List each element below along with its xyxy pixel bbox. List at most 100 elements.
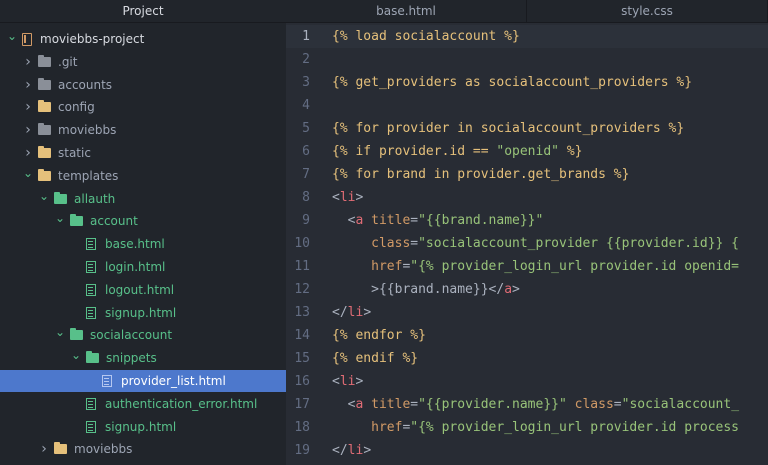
tree-file-item[interactable]: signup.html: [0, 302, 286, 324]
code-line[interactable]: 1 {% load socialaccount %}: [286, 25, 768, 48]
chevron-right-icon[interactable]: ›: [38, 441, 50, 457]
code-token: class: [371, 236, 411, 251]
tree-item-label: allauth: [74, 191, 116, 206]
code-line[interactable]: 8 <li>: [286, 186, 768, 209]
tree-folder-item[interactable]: › moviebbs: [0, 438, 286, 460]
chevron-down-icon[interactable]: ⌄: [38, 189, 50, 203]
tree-item-label: config: [58, 100, 95, 115]
line-number: 14: [294, 328, 310, 343]
code-token: title: [371, 397, 411, 412]
chevron-right-icon[interactable]: ›: [22, 99, 34, 115]
code-line[interactable]: 14 {% endfor %}: [286, 324, 768, 347]
code-line[interactable]: 18 href="{% provider_login_url provider.…: [286, 416, 768, 439]
line-number: 7: [302, 167, 310, 182]
code-token: "{% provider_login_url provider.id openi…: [410, 259, 740, 274]
chevron-right-icon[interactable]: ›: [22, 145, 34, 161]
tab-base-html[interactable]: base.html: [286, 0, 527, 22]
code-line[interactable]: 13 </li>: [286, 301, 768, 324]
line-number: 9: [302, 213, 310, 228]
code-line[interactable]: 3 {% get_providers as socialaccount_provi…: [286, 71, 768, 94]
code-token: <: [332, 374, 340, 389]
tree-item-label: moviebbs: [74, 442, 133, 457]
tree-folder-item[interactable]: › config: [0, 96, 286, 118]
line-number: 18: [294, 420, 310, 435]
chevron-down-icon[interactable]: ⌄: [70, 348, 82, 362]
tree-folder-item[interactable]: ⌄ allauth: [0, 188, 286, 210]
file-code-icon: [86, 306, 96, 319]
tree-folder-item[interactable]: ⌄ templates: [0, 165, 286, 187]
code-line[interactable]: 2: [286, 48, 768, 71]
code-token: {% endfor %}: [332, 328, 426, 343]
code-line[interactable]: 10 class="socialaccount_provider {{provi…: [286, 232, 768, 255]
line-number: 10: [294, 236, 310, 251]
tree-folder-item[interactable]: ⌄ snippets: [0, 347, 286, 369]
code-token: "{% provider_login_url provider.id proce…: [410, 420, 740, 435]
code-token: =: [410, 213, 419, 228]
tree-file-item[interactable]: provider_list.html: [0, 370, 286, 392]
tree-file-item[interactable]: logout.html: [0, 279, 286, 301]
folder-icon: [38, 123, 51, 136]
folder-icon: [70, 328, 83, 341]
folder-icon: [38, 54, 51, 67]
code-token: href: [371, 259, 403, 274]
tree-file-item[interactable]: base.html: [0, 233, 286, 255]
code-line[interactable]: 16 <li>: [286, 370, 768, 393]
chevron-down-icon[interactable]: ⌄: [54, 325, 66, 339]
line-number: 2: [302, 52, 310, 67]
tree-file-item[interactable]: authentication_error.html: [0, 393, 286, 415]
code-token: "{{provider.name}}": [418, 397, 567, 412]
code-line[interactable]: 9 <a title="{{brand.name}}": [286, 209, 768, 232]
code-line[interactable]: 7 {% for brand in provider.get_brands %}: [286, 163, 768, 186]
tab-bar: base.html style.css: [286, 0, 768, 23]
tree-folder-item[interactable]: ⌄ account: [0, 210, 286, 232]
tree-folder-item[interactable]: › .git: [0, 51, 286, 73]
code-token: >: [363, 443, 372, 458]
code-line[interactable]: 12 >{{brand.name}}</a>: [286, 278, 768, 301]
chevron-right-icon[interactable]: ›: [22, 54, 34, 70]
file-code-icon: [102, 375, 112, 387]
code-editor[interactable]: base.html style.css 1 {% load socialaccoun…: [286, 0, 768, 465]
chevron-right-icon[interactable]: ›: [22, 122, 34, 138]
line-number: 1: [302, 29, 310, 44]
chevron-down-icon[interactable]: ⌄: [22, 166, 34, 180]
tree-folder-item[interactable]: ⌄ socialaccount: [0, 324, 286, 346]
tree-folder-item[interactable]: › moviebbs: [0, 119, 286, 141]
code-line[interactable]: 4: [286, 94, 768, 117]
code-line[interactable]: 5 {% for provider in socialaccount_provid…: [286, 117, 768, 140]
code-token: >: [512, 282, 520, 297]
chevron-right-icon[interactable]: ›: [22, 77, 34, 93]
code-token: =: [410, 236, 419, 251]
line-number: 17: [294, 397, 310, 412]
code-token: <: [332, 213, 356, 228]
file-code-icon: [86, 283, 96, 296]
code-line[interactable]: 17 <a title="{{provider.name}}" class="s…: [286, 393, 768, 416]
tab-style-css[interactable]: style.css: [527, 0, 768, 22]
code-line[interactable]: 6 {% if provider.id == "openid" %}: [286, 140, 768, 163]
code-token: </: [332, 443, 348, 458]
project-sidebar: Project ⌄ moviebbs-project › .git › accounts ›…: [0, 0, 286, 465]
folder-icon: [86, 351, 99, 364]
chevron-down-icon[interactable]: ⌄: [6, 29, 18, 43]
code-line[interactable]: 15 {% endif %}: [286, 347, 768, 370]
tree-file-item[interactable]: login.html: [0, 256, 286, 278]
code-line[interactable]: 19 </li>: [286, 439, 768, 462]
code-token: li: [347, 305, 364, 320]
chevron-down-icon[interactable]: ⌄: [54, 211, 66, 225]
tree-file-item[interactable]: signup.html: [0, 416, 286, 438]
code-token: li: [339, 374, 356, 389]
code-token: >{{brand.name}}</: [332, 282, 505, 297]
line-number: 15: [294, 351, 310, 366]
code-token: title: [371, 213, 411, 228]
tree-folder-item[interactable]: ⌄ moviebbs-project: [0, 28, 286, 50]
tree-item-label: accounts: [58, 77, 113, 92]
tree-item-label: moviebbs: [58, 123, 117, 138]
code-token: class: [574, 397, 614, 412]
code-token: =: [410, 397, 419, 412]
tree-folder-item[interactable]: › static: [0, 142, 286, 164]
code-line[interactable]: 11 href="{% provider_login_url provider.…: [286, 255, 768, 278]
tree-folder-item[interactable]: › accounts: [0, 74, 286, 96]
line-number: 16: [294, 374, 310, 389]
